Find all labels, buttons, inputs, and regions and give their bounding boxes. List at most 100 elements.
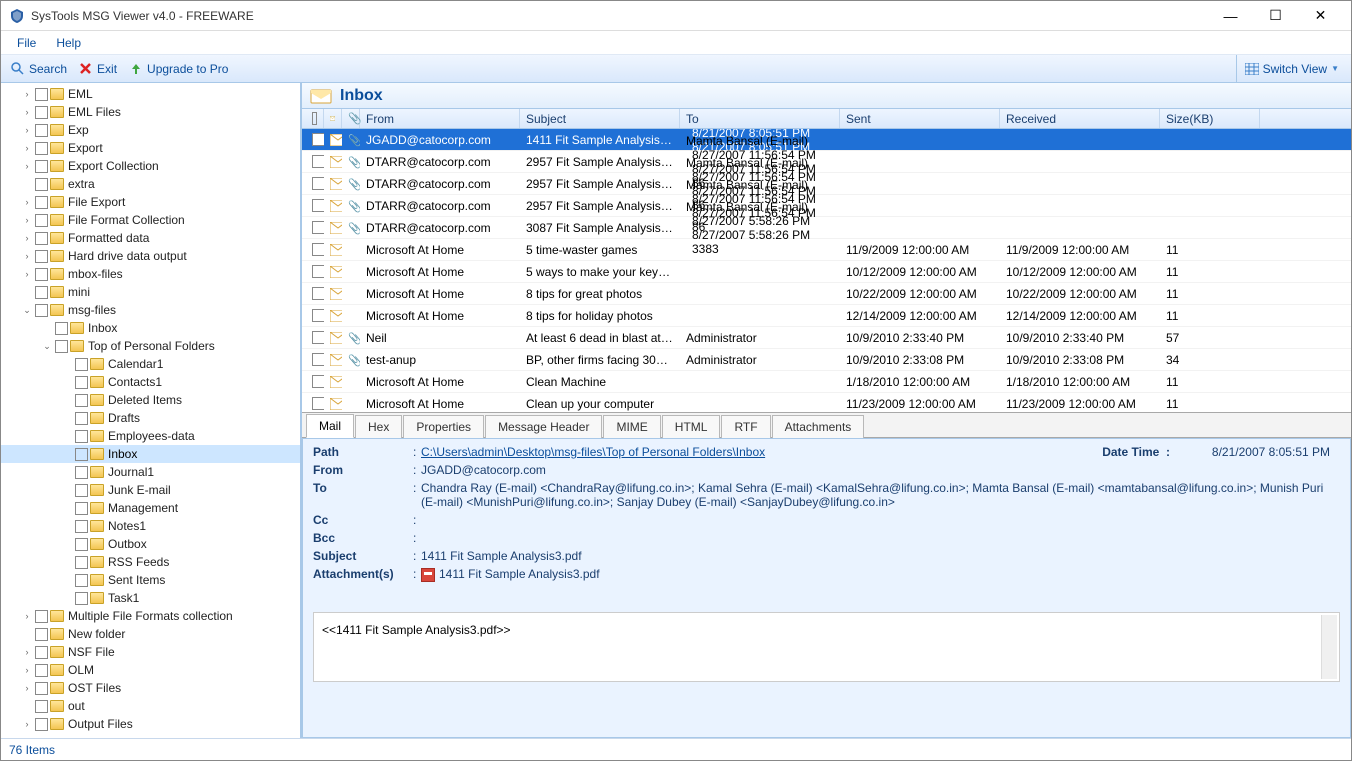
tree-node[interactable]: ›Formatted data xyxy=(1,229,300,247)
tree-checkbox[interactable] xyxy=(75,466,88,479)
col-attachment-icon[interactable]: 📎 xyxy=(342,109,360,128)
tree-node[interactable]: ›File Format Collection xyxy=(1,211,300,229)
preview-scrollbar[interactable] xyxy=(1321,615,1337,679)
expander-icon[interactable]: ⌄ xyxy=(41,341,53,352)
col-envelope-icon[interactable] xyxy=(324,109,342,128)
message-row[interactable]: 📎DTARR@catocorp.com3087 Fit Sample Analy… xyxy=(302,217,1351,239)
message-row[interactable]: 📎test-anupBP, other firms facing 300 la.… xyxy=(302,349,1351,371)
tree-checkbox[interactable] xyxy=(35,106,48,119)
message-row[interactable]: Microsoft At Home8 tips for great photos… xyxy=(302,283,1351,305)
tree-node[interactable]: Inbox xyxy=(1,319,300,337)
tree-checkbox[interactable] xyxy=(35,88,48,101)
tree-checkbox[interactable] xyxy=(75,538,88,551)
tree-node[interactable]: mini xyxy=(1,283,300,301)
tree-checkbox[interactable] xyxy=(35,214,48,227)
tree-checkbox[interactable] xyxy=(35,232,48,245)
row-checkbox[interactable] xyxy=(312,397,324,410)
row-checkbox[interactable] xyxy=(312,177,324,190)
message-row[interactable]: Microsoft At Home5 ways to make your key… xyxy=(302,261,1351,283)
tree-node[interactable]: ⌄Top of Personal Folders xyxy=(1,337,300,355)
row-checkbox[interactable] xyxy=(312,221,324,234)
expander-icon[interactable]: ⌄ xyxy=(21,305,33,316)
tree-node[interactable]: ⌄msg-files xyxy=(1,301,300,319)
tab-mail[interactable]: Mail xyxy=(306,414,354,438)
col-from[interactable]: From xyxy=(360,109,520,128)
expander-icon[interactable]: › xyxy=(21,647,33,657)
exit-button[interactable]: Exit xyxy=(73,60,123,78)
menu-help[interactable]: Help xyxy=(46,34,91,52)
row-checkbox[interactable] xyxy=(312,243,324,256)
tree-checkbox[interactable] xyxy=(35,250,48,263)
folder-tree[interactable]: ›EML›EML Files›Exp›Export›Export Collect… xyxy=(1,83,301,738)
tree-checkbox[interactable] xyxy=(35,646,48,659)
tree-node[interactable]: Contacts1 xyxy=(1,373,300,391)
tree-node[interactable]: ›mbox-files xyxy=(1,265,300,283)
tree-node[interactable]: ›Output Files xyxy=(1,715,300,733)
tree-checkbox[interactable] xyxy=(75,556,88,569)
message-row[interactable]: Microsoft At HomeClean Machine1/18/2010 … xyxy=(302,371,1351,393)
tree-checkbox[interactable] xyxy=(75,358,88,371)
tree-node[interactable]: New folder xyxy=(1,625,300,643)
menu-file[interactable]: File xyxy=(7,34,46,52)
tree-checkbox[interactable] xyxy=(75,502,88,515)
tree-node[interactable]: ›File Export xyxy=(1,193,300,211)
row-checkbox[interactable] xyxy=(312,287,324,300)
tree-checkbox[interactable] xyxy=(35,196,48,209)
tab-properties[interactable]: Properties xyxy=(403,415,484,438)
tree-node[interactable]: ›EML xyxy=(1,85,300,103)
switch-view-button[interactable]: Switch View ▼ xyxy=(1236,55,1347,82)
search-button[interactable]: Search xyxy=(5,60,73,78)
tree-checkbox[interactable] xyxy=(35,142,48,155)
tree-checkbox[interactable] xyxy=(35,178,48,191)
tree-checkbox[interactable] xyxy=(55,340,68,353)
expander-icon[interactable]: › xyxy=(21,107,33,117)
tab-attachments[interactable]: Attachments xyxy=(772,415,865,438)
tree-node[interactable]: ›Multiple File Formats collection xyxy=(1,607,300,625)
tree-checkbox[interactable] xyxy=(75,574,88,587)
tree-node[interactable]: ›Hard drive data output xyxy=(1,247,300,265)
expander-icon[interactable]: › xyxy=(21,161,33,171)
tree-checkbox[interactable] xyxy=(35,718,48,731)
expander-icon[interactable]: › xyxy=(21,665,33,675)
col-size[interactable]: Size(KB) xyxy=(1160,109,1260,128)
tree-node[interactable]: RSS Feeds xyxy=(1,553,300,571)
expander-icon[interactable]: › xyxy=(21,89,33,99)
tree-node[interactable]: ›OST Files xyxy=(1,679,300,697)
tree-checkbox[interactable] xyxy=(75,592,88,605)
tree-checkbox[interactable] xyxy=(75,430,88,443)
tree-node[interactable]: out xyxy=(1,697,300,715)
tree-checkbox[interactable] xyxy=(75,520,88,533)
col-sent[interactable]: Sent xyxy=(840,109,1000,128)
expander-icon[interactable]: › xyxy=(21,719,33,729)
col-subject[interactable]: Subject xyxy=(520,109,680,128)
tree-checkbox[interactable] xyxy=(35,124,48,137)
tree-checkbox[interactable] xyxy=(75,484,88,497)
tree-checkbox[interactable] xyxy=(35,664,48,677)
tree-checkbox[interactable] xyxy=(35,160,48,173)
tree-node[interactable]: Deleted Items xyxy=(1,391,300,409)
upgrade-button[interactable]: Upgrade to Pro xyxy=(123,60,234,78)
message-row[interactable]: Microsoft At Home8 tips for holiday phot… xyxy=(302,305,1351,327)
tree-node[interactable]: ›EML Files xyxy=(1,103,300,121)
row-checkbox[interactable] xyxy=(312,331,324,344)
row-checkbox[interactable] xyxy=(312,375,324,388)
col-received[interactable]: Received xyxy=(1000,109,1160,128)
tree-node[interactable]: Calendar1 xyxy=(1,355,300,373)
col-to[interactable]: To xyxy=(680,109,840,128)
tree-checkbox[interactable] xyxy=(35,700,48,713)
tree-checkbox[interactable] xyxy=(35,610,48,623)
tab-rtf[interactable]: RTF xyxy=(721,415,770,438)
tree-node[interactable]: Employees-data xyxy=(1,427,300,445)
tab-message-header[interactable]: Message Header xyxy=(485,415,602,438)
minimize-button[interactable]: — xyxy=(1208,2,1253,30)
tree-node[interactable]: extra xyxy=(1,175,300,193)
expander-icon[interactable]: › xyxy=(21,215,33,225)
tree-checkbox[interactable] xyxy=(35,304,48,317)
expander-icon[interactable]: › xyxy=(21,251,33,261)
message-row[interactable]: 📎NeilAt least 6 dead in blast at C...Adm… xyxy=(302,327,1351,349)
col-checkbox[interactable] xyxy=(306,109,324,128)
row-checkbox[interactable] xyxy=(312,199,324,212)
tree-node[interactable]: Junk E-mail xyxy=(1,481,300,499)
tree-checkbox[interactable] xyxy=(75,412,88,425)
tree-node[interactable]: ›Export xyxy=(1,139,300,157)
